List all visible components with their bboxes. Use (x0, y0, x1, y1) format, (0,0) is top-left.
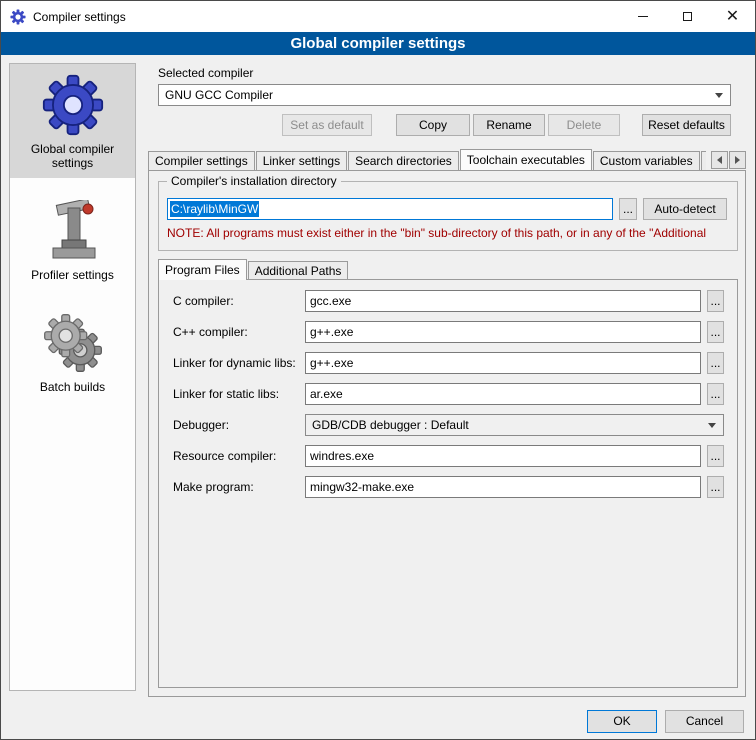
cpp-compiler-browse-button[interactable]: ... (707, 321, 724, 343)
sidebar-item-profiler-settings[interactable]: Profiler settings (10, 190, 135, 290)
installation-directory-input[interactable]: C:\raylib\MinGW (167, 198, 613, 220)
dynamic-linker-browse-button[interactable]: ... (707, 352, 724, 374)
auto-detect-button[interactable]: Auto-detect (643, 198, 727, 220)
maximize-button[interactable] (665, 1, 710, 32)
rename-button[interactable]: Rename (473, 114, 545, 136)
set-as-default-button: Set as default (282, 114, 372, 136)
blue-gear-icon (42, 74, 104, 136)
reset-defaults-button[interactable]: Reset defaults (642, 114, 731, 136)
tab-toolchain-executables[interactable]: Toolchain executables (460, 149, 592, 170)
maximize-icon (683, 12, 692, 21)
compiler-select[interactable]: GNU GCC Compiler (158, 84, 731, 106)
toolchain-executables-panel: Compiler's installation directory C:\ray… (148, 170, 746, 697)
make-program-row: Make program: ... (159, 476, 737, 498)
close-icon: ✕ (726, 9, 739, 25)
sidebar-item-label: Profiler settings (12, 268, 133, 282)
dynamic-linker-label: Linker for dynamic libs: (173, 352, 296, 374)
ok-button[interactable]: OK (587, 710, 657, 733)
app-icon (10, 9, 26, 25)
tab-program-files[interactable]: Program Files (158, 259, 247, 280)
tab-custom-variables[interactable]: Custom variables (593, 151, 700, 170)
cancel-button[interactable]: Cancel (665, 710, 744, 733)
tab-scroll-buttons (710, 151, 746, 169)
settings-sidebar: Global compiler settings Profiler settin… (9, 63, 136, 691)
main-panel: Selected compiler GNU GCC Compiler Set a… (146, 55, 746, 739)
make-program-label: Make program: (173, 476, 254, 498)
chevron-down-icon (715, 93, 723, 98)
resource-compiler-browse-button[interactable]: ... (707, 445, 724, 467)
resource-compiler-row: Resource compiler: ... (159, 445, 737, 467)
minimize-button[interactable] (620, 1, 665, 32)
c-compiler-browse-button[interactable]: ... (707, 290, 724, 312)
debugger-select-value: GDB/CDB debugger : Default (312, 418, 469, 432)
static-linker-row: Linker for static libs: ... (159, 383, 737, 405)
compiler-select-value: GNU GCC Compiler (165, 88, 273, 102)
chevron-down-icon (708, 423, 716, 428)
installation-directory-selected-text: C:\raylib\MinGW (170, 201, 259, 217)
tab-scroll-right-button[interactable] (729, 151, 746, 169)
sidebar-item-global-compiler-settings[interactable]: Global compiler settings (10, 64, 135, 178)
tab-build-options[interactable]: Buil (701, 151, 706, 170)
installation-note: NOTE: All programs must exist either in … (167, 226, 737, 240)
cpp-compiler-label: C++ compiler: (173, 321, 248, 343)
program-files-tabstrip: Program FilesAdditional Paths (158, 259, 349, 280)
debugger-row: Debugger: GDB/CDB debugger : Default (159, 414, 737, 436)
static-linker-label: Linker for static libs: (173, 383, 279, 405)
gray-gears-icon (42, 312, 104, 374)
cpp-compiler-row: C++ compiler: ... (159, 321, 737, 343)
titlebar: Compiler settings ✕ (1, 1, 755, 32)
dynamic-linker-input[interactable] (305, 352, 701, 374)
tab-search-directories[interactable]: Search directories (348, 151, 459, 170)
c-compiler-row: C compiler: ... (159, 290, 737, 312)
make-program-input[interactable] (305, 476, 701, 498)
make-program-browse-button[interactable]: ... (707, 476, 724, 498)
program-files-panel: C compiler: ... C++ compiler: ... Linker… (158, 279, 738, 688)
close-button[interactable]: ✕ (710, 1, 755, 32)
installation-directory-group: Compiler's installation directory C:\ray… (158, 181, 738, 251)
browse-installation-directory-button[interactable]: ... (619, 198, 637, 220)
compiler-settings-window: Compiler settings ✕ Global compiler sett… (0, 0, 756, 740)
resource-compiler-label: Resource compiler: (173, 445, 276, 467)
delete-button: Delete (548, 114, 620, 136)
dialog-body: Global compiler settings Profiler settin… (1, 55, 755, 739)
page-title: Global compiler settings (1, 32, 755, 55)
tab-additional-paths[interactable]: Additional Paths (248, 261, 349, 280)
copy-button[interactable]: Copy (396, 114, 470, 136)
dynamic-linker-row: Linker for dynamic libs: ... (159, 352, 737, 374)
selected-compiler-label: Selected compiler (158, 66, 253, 80)
window-controls: ✕ (620, 1, 755, 32)
debugger-label: Debugger: (173, 414, 229, 436)
cpp-compiler-input[interactable] (305, 321, 701, 343)
arrow-left-icon (717, 156, 722, 164)
static-linker-input[interactable] (305, 383, 701, 405)
tab-compiler-settings[interactable]: Compiler settings (148, 151, 255, 170)
tab-linker-settings[interactable]: Linker settings (256, 151, 347, 170)
c-compiler-input[interactable] (305, 290, 701, 312)
sidebar-item-label: Global compiler settings (12, 142, 133, 170)
profiler-tool-icon (43, 200, 103, 262)
resource-compiler-input[interactable] (305, 445, 701, 467)
c-compiler-label: C compiler: (173, 290, 234, 312)
minimize-icon (638, 16, 648, 17)
window-title: Compiler settings (33, 10, 126, 24)
tab-scroll-left-button[interactable] (711, 151, 728, 169)
static-linker-browse-button[interactable]: ... (707, 383, 724, 405)
settings-tabstrip: Compiler settingsLinker settingsSearch d… (148, 149, 706, 170)
debugger-select[interactable]: GDB/CDB debugger : Default (305, 414, 724, 436)
sidebar-item-batch-builds[interactable]: Batch builds (10, 302, 135, 402)
sidebar-item-label: Batch builds (12, 380, 133, 394)
arrow-right-icon (735, 156, 740, 164)
installation-directory-group-title: Compiler's installation directory (167, 174, 341, 188)
